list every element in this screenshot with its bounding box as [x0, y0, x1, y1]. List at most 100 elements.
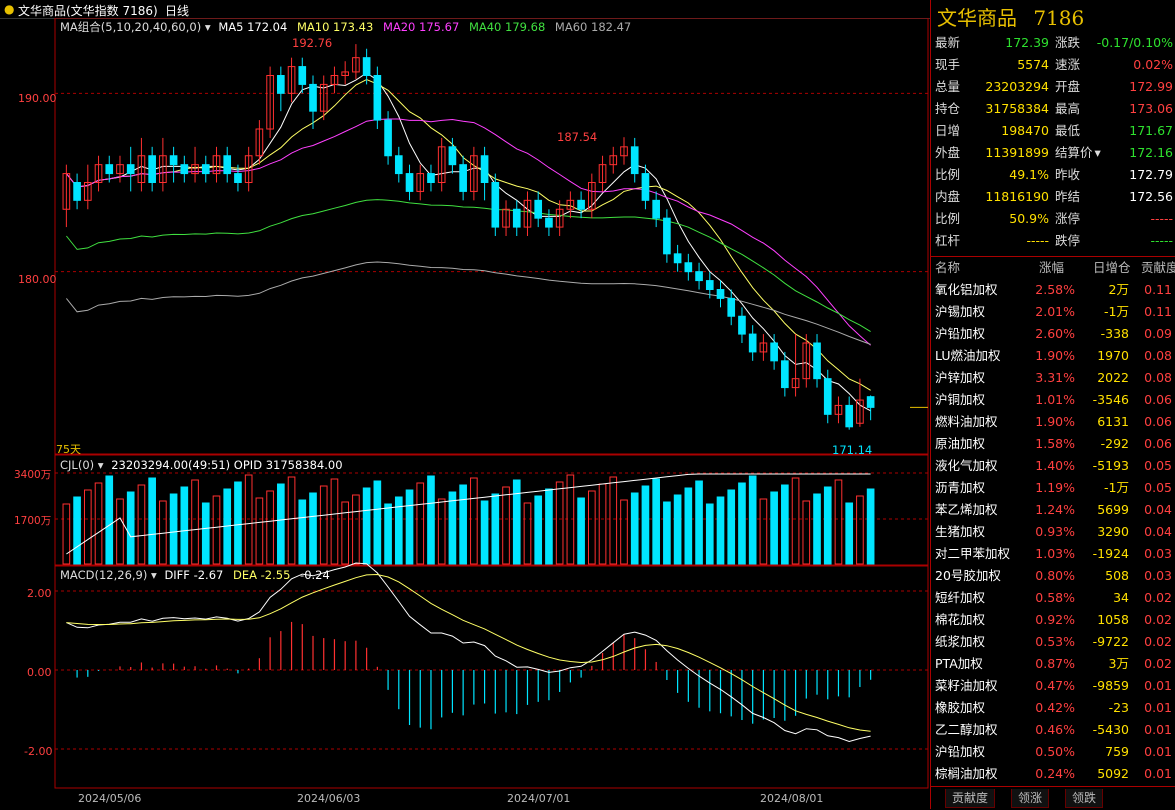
list-item[interactable]: 20号胶加权 0.80% 508 0.03 — [931, 565, 1175, 587]
item-name: 生猪加权 — [935, 524, 986, 539]
settle-dropdown-icon[interactable]: ▾ — [1095, 145, 1101, 160]
candle-down — [373, 75, 382, 121]
candle-down — [823, 378, 832, 415]
volume-bar — [663, 501, 671, 565]
volume-bar — [352, 494, 360, 565]
quote-value: ----- — [1150, 233, 1173, 248]
date-label-0701: 2024/07/01 — [507, 792, 571, 805]
item-contribution: 0.06 — [1144, 436, 1172, 451]
list-item[interactable]: 对二甲苯加权 1.03% -1924 0.03 — [931, 543, 1175, 565]
list-item[interactable]: 苯乙烯加权 1.24% 5699 0.04 — [931, 499, 1175, 521]
volume-bar — [298, 499, 307, 565]
list-item[interactable]: 沥青加权 1.19% -1万 0.05 — [931, 477, 1175, 499]
quote-label: 速涨 — [1055, 57, 1081, 72]
item-name: LU燃油加权 — [935, 348, 1001, 363]
candle-down — [223, 155, 232, 175]
item-change: 0.47% — [1035, 678, 1075, 693]
candle-down — [845, 404, 854, 428]
list-item[interactable]: 沪铅加权 2.60% -338 0.09 — [931, 323, 1175, 345]
quote-value: 198470 — [1001, 123, 1049, 138]
item-change: 0.50% — [1035, 744, 1075, 759]
list-item[interactable]: LU燃油加权 1.90% 1970 0.08 — [931, 345, 1175, 367]
item-change: 1.19% — [1035, 480, 1075, 495]
volume-bar — [384, 503, 392, 565]
candle-down — [384, 119, 392, 157]
item-contribution: 0.09 — [1144, 326, 1172, 341]
quote-row-left: 比例 50.9% — [935, 208, 1053, 230]
chart-title[interactable]: 文华商品(文华指数 7186) — [18, 2, 158, 19]
period-selector[interactable]: 日线 — [165, 2, 189, 19]
volume-bar — [405, 489, 414, 565]
volume-bar — [448, 491, 457, 565]
item-oi-change: -5193 — [1092, 458, 1129, 473]
item-oi-change: 1058 — [1097, 612, 1129, 627]
quote-label: 日增 — [935, 123, 961, 138]
volume-bar — [834, 479, 843, 565]
quote-label: 最新 — [935, 35, 961, 50]
item-oi-change: -5430 — [1092, 722, 1129, 737]
tab-leading-down[interactable]: 领跌 — [1065, 789, 1104, 808]
ma-label[interactable]: MA组合(5,10,20,40,60,0) — [60, 20, 201, 34]
list-item[interactable]: 沪锡加权 2.01% -1万 0.11 — [931, 301, 1175, 323]
list-item[interactable]: 沪铅加权 0.50% 759 0.01 — [931, 741, 1175, 763]
item-contribution: 0.03 — [1144, 546, 1172, 561]
quote-code: 7186 — [1033, 6, 1085, 30]
tab-leading-up[interactable]: 领涨 — [1011, 789, 1050, 808]
ma10-value: MA10 173.43 — [296, 20, 374, 34]
list-item[interactable]: 燃料油加权 1.90% 6131 0.06 — [931, 411, 1175, 433]
col-oi-change[interactable]: 日增仓 — [1093, 257, 1131, 279]
ma-dropdown-icon[interactable]: ▾ — [205, 20, 211, 34]
volume-legend: CJL(0) ▾ 23203294.00(49:51) OPID 3175838… — [60, 458, 343, 472]
quote-row-right: 结算价 ▾ 172.16 — [1055, 142, 1173, 164]
volume-bar — [266, 490, 274, 565]
list-item[interactable]: 棉花加权 0.92% 1058 0.02 — [931, 609, 1175, 631]
quote-label: 跌停 — [1055, 233, 1081, 248]
list-item[interactable]: 液化气加权 1.40% -5193 0.05 — [931, 455, 1175, 477]
col-change[interactable]: 涨幅 — [1039, 257, 1064, 279]
list-item[interactable]: 乙二醇加权 0.46% -5430 0.01 — [931, 719, 1175, 741]
list-item[interactable]: 原油加权 1.58% -292 0.06 — [931, 433, 1175, 455]
candle-down — [781, 360, 789, 389]
list-item[interactable]: 棕榈油加权 0.24% 5092 0.01 — [931, 763, 1175, 785]
item-change: 0.46% — [1035, 722, 1075, 737]
item-oi-change: -9859 — [1092, 678, 1129, 693]
item-oi-change: 2022 — [1097, 370, 1129, 385]
list-item[interactable]: 菜籽油加权 0.47% -9859 0.01 — [931, 675, 1175, 697]
candle-down — [405, 173, 414, 192]
list-item[interactable]: 沪锌加权 3.31% 2022 0.08 — [931, 367, 1175, 389]
volume-bar — [62, 503, 71, 565]
cjl-dropdown-icon[interactable]: ▾ — [98, 458, 104, 472]
candle-down — [169, 155, 178, 166]
days-label: 75天 — [56, 443, 81, 456]
list-item[interactable]: 生猪加权 0.93% 3290 0.04 — [931, 521, 1175, 543]
item-change: 0.80% — [1035, 568, 1075, 583]
list-item[interactable]: 氧化铝加权 2.58% 2万 0.11 — [931, 279, 1175, 301]
volume-bar — [416, 482, 425, 565]
cjl-label[interactable]: CJL(0) — [60, 458, 94, 472]
item-name: PTA加权 — [935, 656, 983, 671]
volume-bar — [491, 493, 500, 565]
list-item[interactable]: PTA加权 0.87% 3万 0.02 — [931, 653, 1175, 675]
macd-dropdown-icon[interactable]: ▾ — [151, 568, 157, 582]
quote-label: 总量 — [935, 79, 961, 94]
quote-label: 最低 — [1055, 123, 1081, 138]
list-item[interactable]: 纸浆加权 0.53% -9722 0.02 — [931, 631, 1175, 653]
vol-tick-3400: 3400万 — [14, 469, 52, 481]
item-contribution: 0.08 — [1144, 348, 1172, 363]
tab-contribution[interactable]: 贡献度 — [945, 789, 996, 808]
kline-chart[interactable] — [0, 18, 930, 809]
quote-row-left: 最新 172.39 — [935, 32, 1053, 54]
col-contribution[interactable]: 贡献度 — [1141, 257, 1175, 279]
volume-bar — [587, 490, 596, 565]
item-oi-change: 3万 — [1108, 656, 1129, 671]
list-item[interactable]: 橡胶加权 0.42% -23 0.01 — [931, 697, 1175, 719]
volume-bar — [555, 481, 564, 565]
list-item[interactable]: 沪铜加权 1.01% -3546 0.06 — [931, 389, 1175, 411]
candle-down — [298, 66, 307, 85]
col-name[interactable]: 名称 — [935, 257, 960, 279]
volume-bar — [695, 480, 703, 565]
volume-bar — [845, 502, 854, 565]
macd-label[interactable]: MACD(12,26,9) — [60, 568, 147, 582]
list-item[interactable]: 短纤加权 0.58% 34 0.02 — [931, 587, 1175, 609]
low-price-label: 171.14 — [832, 443, 873, 457]
